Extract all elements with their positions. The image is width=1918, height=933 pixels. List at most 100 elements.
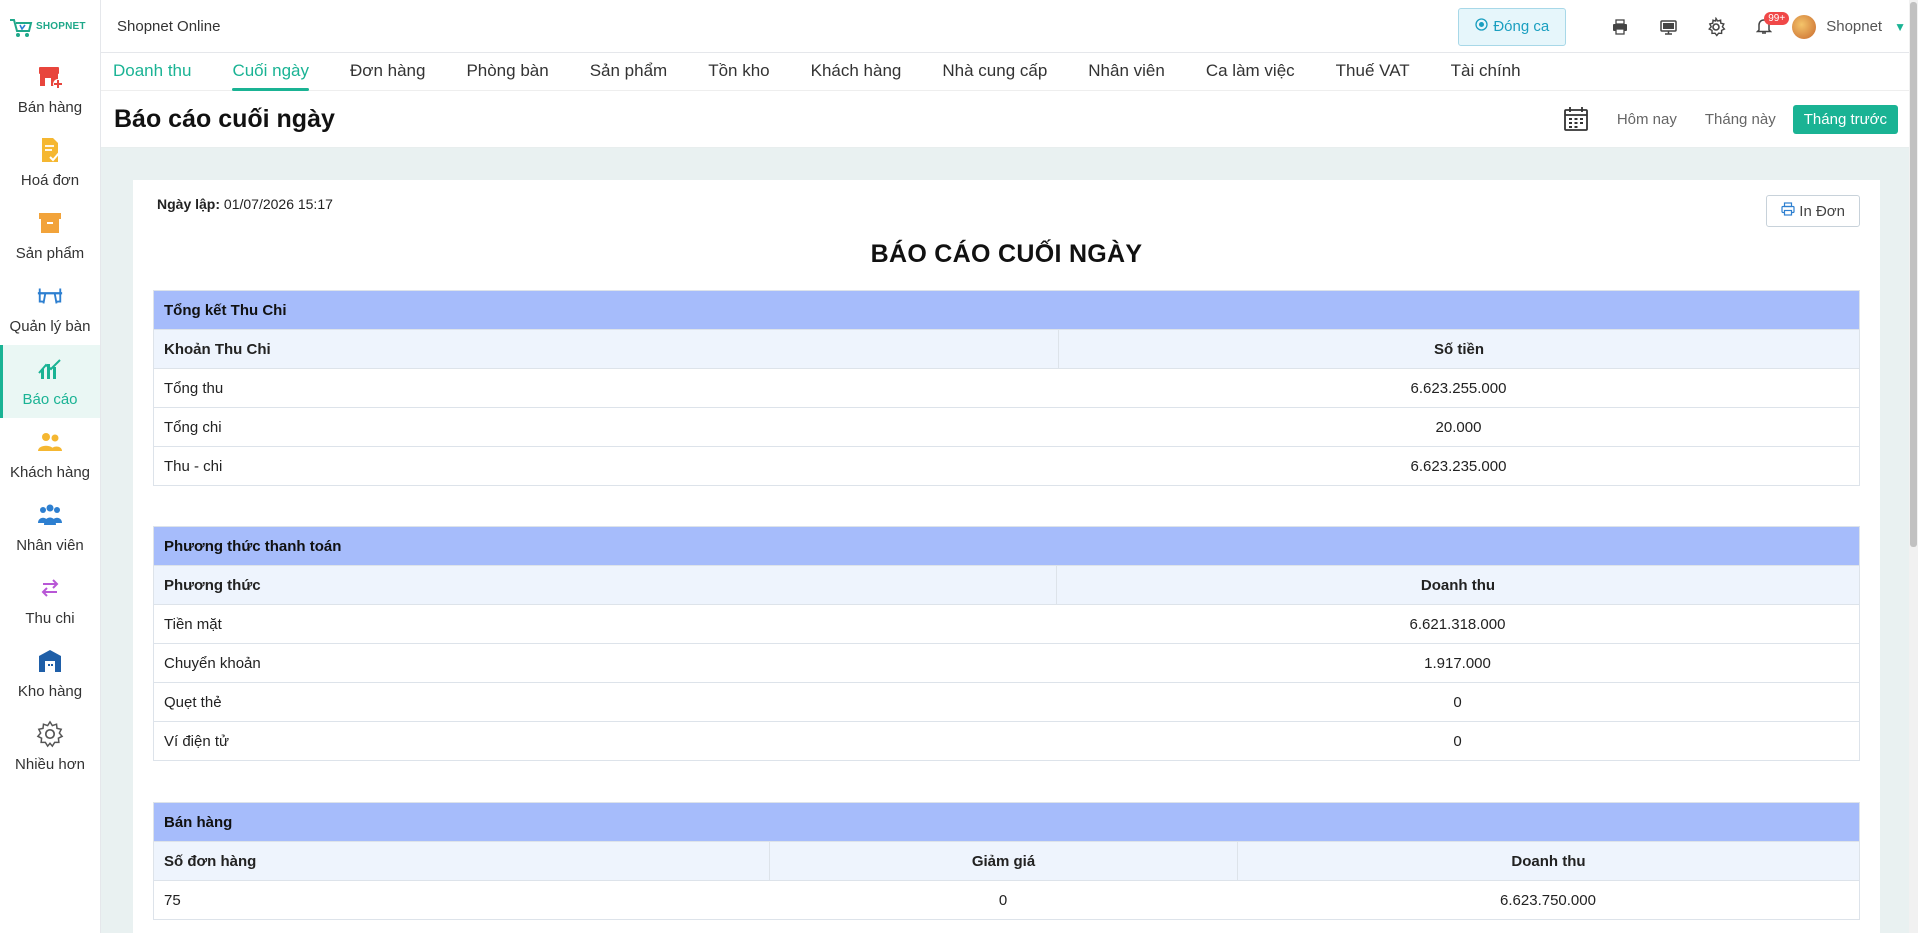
tab-rooms-tables[interactable]: Phòng bàn — [466, 53, 548, 91]
sidebar-item-label: Nhiều hơn — [15, 756, 85, 773]
table-row: Tổng chi 20.000 — [154, 407, 1859, 446]
row-label: Tổng chi — [164, 418, 222, 436]
tab-finance[interactable]: Tài chính — [1451, 53, 1521, 91]
summary-section: Tổng kết Thu Chi Khoản Thu Chi Số tiền T… — [153, 290, 1860, 486]
gear-icon — [36, 720, 64, 748]
sidebar-item-label: Báo cáo — [22, 391, 78, 408]
report-tabs: Doanh thu Cuối ngày Đơn hàng Phòng bàn S… — [101, 53, 1918, 91]
avatar[interactable] — [1792, 14, 1817, 39]
print-button-label: In Đơn — [1799, 202, 1845, 220]
row-label: Thu - chi — [164, 457, 223, 475]
tab-customers[interactable]: Khách hàng — [811, 53, 902, 91]
chevron-down-icon[interactable]: ▼ — [1894, 20, 1906, 34]
box-icon — [36, 209, 64, 237]
tab-orders[interactable]: Đơn hàng — [350, 53, 425, 91]
page-title: Báo cáo cuối ngày — [114, 104, 335, 133]
logo[interactable]: SHOPNET — [0, 0, 100, 53]
store-name[interactable]: Shopnet Online — [117, 18, 220, 35]
exchange-icon — [36, 574, 64, 602]
column-header: Khoản Thu Chi — [164, 340, 271, 358]
row-value: 6.623.235.000 — [1410, 457, 1507, 475]
tab-suppliers[interactable]: Nhà cung cấp — [942, 53, 1047, 91]
table-header-row: Phương thức Doanh thu — [154, 565, 1859, 604]
row-label: Ví điện tử — [164, 732, 230, 750]
sidebar-item-label: Bán hàng — [17, 99, 83, 116]
scrollbar-thumb[interactable] — [1910, 2, 1917, 547]
tab-revenue[interactable]: Doanh thu — [113, 53, 191, 91]
section-heading: Tổng kết Thu Chi — [154, 291, 1859, 329]
invoice-icon — [36, 136, 64, 164]
user-name[interactable]: Shopnet — [1826, 18, 1882, 35]
sidebar-item-more[interactable]: Nhiều hơn — [0, 710, 100, 783]
tab-staff[interactable]: Nhân viên — [1088, 53, 1165, 91]
section-heading: Phương thức thanh toán — [154, 527, 1859, 565]
tab-end-of-day[interactable]: Cuối ngày — [232, 53, 309, 91]
sidebar-item-staff[interactable]: Nhân viên — [0, 491, 100, 564]
table-row: Tiền mặt 6.621.318.000 — [154, 604, 1859, 643]
bell-icon[interactable]: 99+ — [1740, 8, 1790, 46]
record-icon — [1475, 18, 1488, 35]
section-heading: Bán hàng — [154, 803, 1859, 841]
printer-icon[interactable] — [1596, 8, 1644, 46]
row-label: Chuyển khoản — [164, 654, 261, 672]
report-content: Ngày lập: 01/07/2026 15:17 In Đơn BÁO CÁ… — [101, 148, 1918, 933]
sidebar-item-invoices[interactable]: Hoá đơn — [0, 126, 100, 199]
sidebar-item-reports[interactable]: Báo cáo — [0, 345, 100, 418]
app-root: SHOPNET Bán hàng Hoá đơn Sản phẩm Quản l… — [0, 0, 1918, 933]
topbar: Shopnet Online Đóng ca 99+ Shopnet ▼ — [101, 0, 1918, 53]
column-header: Doanh thu — [1237, 842, 1859, 880]
calendar-icon[interactable] — [1556, 104, 1596, 134]
sidebar-item-cashflow[interactable]: Thu chi — [0, 564, 100, 637]
sidebar: SHOPNET Bán hàng Hoá đơn Sản phẩm Quản l… — [0, 0, 101, 933]
sales-section: Bán hàng Số đơn hàng Giảm giá Doanh thu … — [153, 802, 1860, 920]
print-button[interactable]: In Đơn — [1766, 195, 1860, 227]
filter-this-month-button[interactable]: Tháng này — [1694, 105, 1787, 134]
shopnet-logo-icon — [8, 14, 34, 40]
row-label: Tổng thu — [164, 379, 224, 397]
created-date-label: Ngày lập: — [157, 196, 221, 212]
row-value: 1.917.000 — [1424, 654, 1491, 672]
revenue-value: 6.623.750.000 — [1500, 891, 1596, 909]
table-header-row: Số đơn hàng Giảm giá Doanh thu — [154, 841, 1859, 880]
table-row: Quẹt thẻ 0 — [154, 682, 1859, 721]
store-add-icon — [36, 63, 64, 91]
row-label: Quẹt thẻ — [164, 693, 222, 711]
page-scrollbar[interactable] — [1909, 0, 1918, 933]
settings-gear-icon[interactable] — [1692, 8, 1740, 46]
filter-last-month-button[interactable]: Tháng trước — [1792, 104, 1898, 134]
row-value: 6.623.255.000 — [1410, 379, 1507, 397]
tab-inventory[interactable]: Tồn kho — [708, 53, 769, 91]
tab-products[interactable]: Sản phẩm — [590, 53, 668, 91]
table-row: 75 0 6.623.750.000 — [154, 880, 1859, 919]
table-row: Tổng thu 6.623.255.000 — [154, 368, 1859, 407]
warehouse-icon — [36, 647, 64, 675]
sidebar-item-label: Khách hàng — [9, 464, 91, 481]
payment-methods-section: Phương thức thanh toán Phương thức Doanh… — [153, 526, 1860, 761]
page-header: Báo cáo cuối ngày Hôm nay Tháng này Thán… — [101, 91, 1918, 148]
column-header: Giảm giá — [769, 842, 1237, 880]
sidebar-item-customers[interactable]: Khách hàng — [0, 418, 100, 491]
tab-vat[interactable]: Thuế VAT — [1336, 53, 1410, 91]
table-header-row: Khoản Thu Chi Số tiền — [154, 329, 1859, 368]
sidebar-item-products[interactable]: Sản phẩm — [0, 199, 100, 272]
sidebar-item-warehouse[interactable]: Kho hàng — [0, 637, 100, 710]
created-date-value: 01/07/2026 15:17 — [223, 196, 333, 212]
column-header: Phương thức — [164, 576, 261, 594]
orders-count: 75 — [164, 891, 181, 909]
row-value: 20.000 — [1435, 418, 1482, 436]
printer-icon — [1781, 202, 1795, 220]
row-value: 6.621.318.000 — [1409, 615, 1506, 633]
row-label: Tiền mặt — [164, 615, 222, 633]
sidebar-item-label: Thu chi — [25, 610, 75, 627]
sidebar-item-sales[interactable]: Bán hàng — [0, 53, 100, 126]
filter-today-button[interactable]: Hôm nay — [1606, 105, 1688, 134]
report-title: BÁO CÁO CUỐI NGÀY — [870, 240, 1143, 268]
chart-icon — [36, 355, 64, 383]
tab-shifts[interactable]: Ca làm việc — [1206, 53, 1295, 91]
table-icon — [36, 282, 64, 310]
sidebar-item-label: Kho hàng — [17, 683, 83, 700]
close-shift-button[interactable]: Đóng ca — [1458, 7, 1567, 46]
close-shift-label: Đóng ca — [1493, 18, 1550, 35]
monitor-icon[interactable] — [1644, 8, 1692, 46]
sidebar-item-tables[interactable]: Quản lý bàn — [0, 272, 100, 345]
